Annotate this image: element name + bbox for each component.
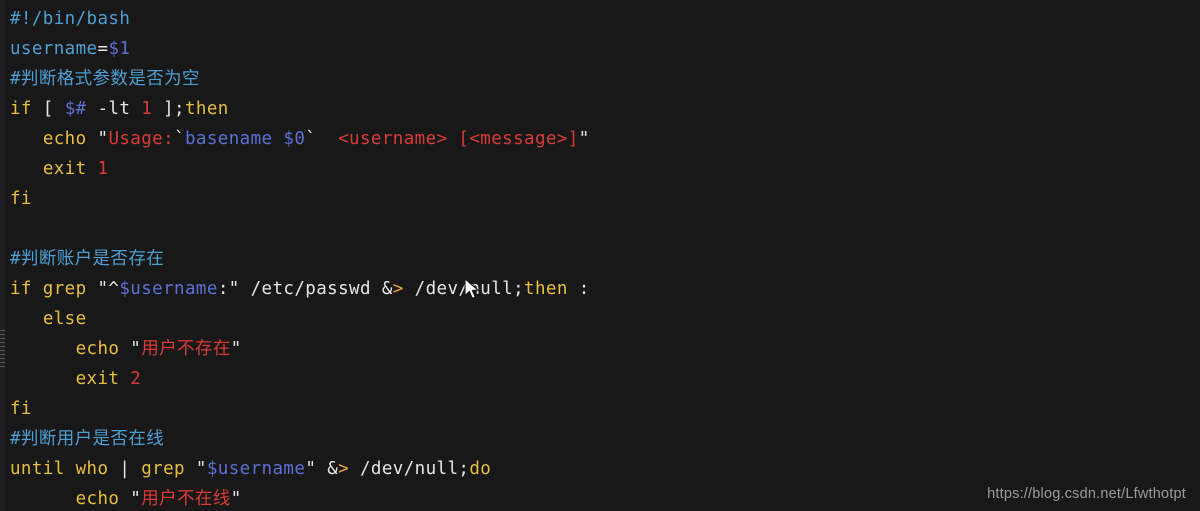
code-line-17[interactable]: echo "用户不在线" <box>0 484 590 511</box>
pipe-operator: | <box>108 459 142 479</box>
command-grep: grep <box>31 279 87 299</box>
code-line-11[interactable]: else <box>0 304 590 334</box>
keyword-fi: fi <box>10 189 32 209</box>
redirect-operator: > <box>338 459 350 479</box>
username-var: $username <box>119 279 218 299</box>
code-line-16[interactable]: until who | grep "$username" &> /dev/nul… <box>0 454 590 484</box>
ampersand: & <box>381 279 393 299</box>
code-line-9[interactable]: #判断账户是否存在 <box>0 244 590 274</box>
arg-count-var: $# <box>64 99 87 119</box>
keyword-then: then <box>185 99 229 119</box>
command-echo: echo <box>75 339 120 359</box>
gutter-scroll-marker <box>0 330 5 370</box>
passwd-path: /etc/passwd <box>239 279 382 299</box>
redirect-operator: > <box>392 279 404 299</box>
keyword-fi: fi <box>10 399 32 419</box>
number-literal: 1 <box>141 99 153 119</box>
variable-name: username <box>10 39 98 59</box>
devnull-path: /dev/null; <box>349 459 470 479</box>
keyword-until: until <box>10 459 65 479</box>
quote-close: " <box>230 489 242 509</box>
test-bracket-close: ]; <box>152 99 185 119</box>
usage-args-text: <username> [<message>] <box>316 129 579 149</box>
command-echo: echo <box>42 129 87 149</box>
code-line-14[interactable]: fi <box>0 394 590 424</box>
exit-code: 2 <box>119 369 142 389</box>
noop-colon: : <box>567 279 590 299</box>
command-exit: exit <box>75 369 120 389</box>
code-line-10[interactable]: if grep "^$username:" /etc/passwd &> /de… <box>0 274 590 304</box>
assign-operator: = <box>97 39 109 59</box>
keyword-then: then <box>524 279 568 299</box>
test-bracket-open: [ <box>31 99 65 119</box>
comment-check-user-exists: #判断账户是否存在 <box>10 249 165 269</box>
quote-close: " <box>230 339 242 359</box>
command-who: who <box>64 459 109 479</box>
code-line-12[interactable]: echo "用户不存在" <box>0 334 590 364</box>
quote-open: " <box>119 489 142 509</box>
shebang-comment: #!/bin/bash <box>10 9 131 29</box>
code-line-15[interactable]: #判断用户是否在线 <box>0 424 590 454</box>
editor-left-gutter <box>0 0 5 511</box>
keyword-do: do <box>469 459 492 479</box>
exit-code: 1 <box>86 159 109 179</box>
code-line-6[interactable]: exit 1 <box>0 154 590 184</box>
code-line-1[interactable]: #!/bin/bash <box>0 4 590 34</box>
user-not-exist-message: 用户不存在 <box>141 339 231 359</box>
quote-open: " <box>185 459 207 479</box>
comment-check-user-online: #判断用户是否在线 <box>10 429 165 449</box>
basename-subshell: basename $0 <box>185 129 306 149</box>
code-line-2[interactable]: username=$1 <box>0 34 590 64</box>
quote-open: " <box>119 339 142 359</box>
backtick-close: ` <box>305 129 317 149</box>
code-line-4[interactable]: if [ $# -lt 1 ];then <box>0 94 590 124</box>
blog-watermark: https://blog.csdn.net/Lfwthotpt <box>987 486 1186 502</box>
operator-lt: -lt <box>86 99 142 119</box>
devnull-path: /dev/null; <box>403 279 525 299</box>
code-editor-screenshot: #!/bin/bash username=$1 #判断格式参数是否为空 if [… <box>0 0 1200 511</box>
keyword-else: else <box>42 309 87 329</box>
quote-close: " <box>305 459 328 479</box>
keyword-if: if <box>10 99 32 119</box>
positional-param: $1 <box>108 39 131 59</box>
username-var: $username <box>206 459 306 479</box>
quote-close: " <box>578 129 590 149</box>
ampersand: & <box>327 459 339 479</box>
quote-open: " <box>86 129 109 149</box>
command-exit: exit <box>42 159 87 179</box>
quote-open: "^ <box>86 279 120 299</box>
code-line-13[interactable]: exit 2 <box>0 364 590 394</box>
command-grep: grep <box>141 459 185 479</box>
usage-text: Usage: <box>108 129 175 149</box>
code-content[interactable]: #!/bin/bash username=$1 #判断格式参数是否为空 if [… <box>0 0 590 511</box>
quote-close: :" <box>217 279 240 299</box>
backtick-open: ` <box>174 129 185 149</box>
code-line-7[interactable]: fi <box>0 184 590 214</box>
user-offline-message: 用户不在线 <box>141 489 231 509</box>
code-line-5[interactable]: echo "Usage:`basename $0` <username> [<m… <box>0 124 590 154</box>
code-line-3[interactable]: #判断格式参数是否为空 <box>0 64 590 94</box>
command-echo: echo <box>75 489 120 509</box>
comment-check-args-empty: #判断格式参数是否为空 <box>10 69 200 89</box>
keyword-if: if <box>10 279 32 299</box>
code-line-8-blank[interactable] <box>0 214 590 244</box>
